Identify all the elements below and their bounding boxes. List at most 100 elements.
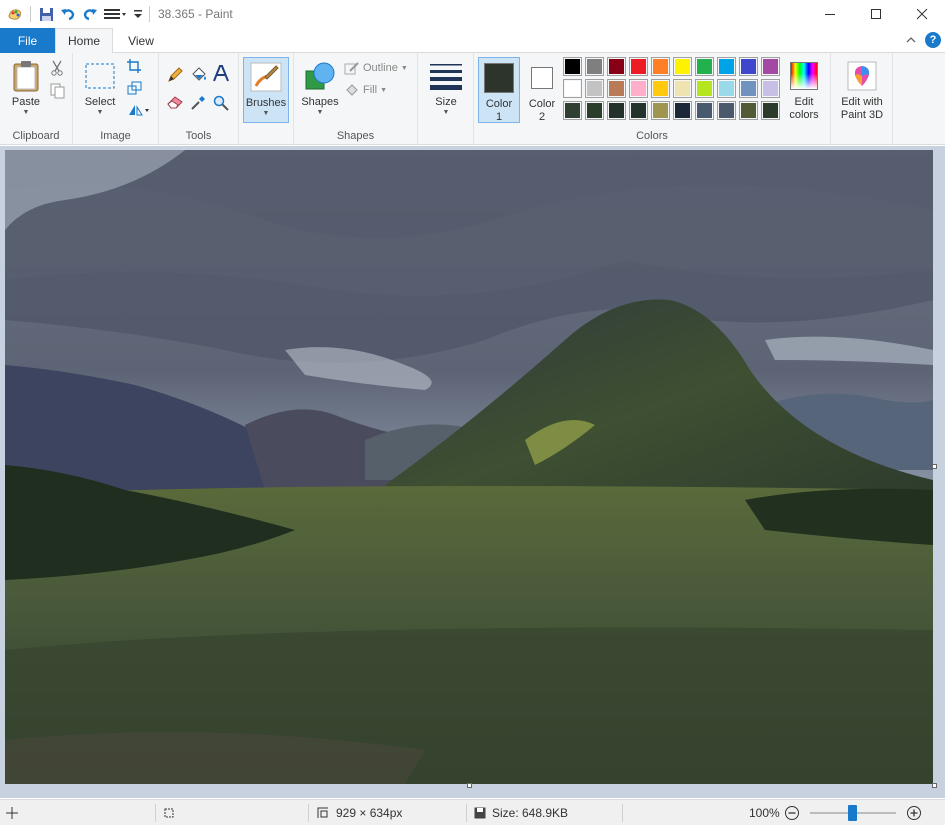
chevron-down-icon: ▼ [400, 64, 408, 72]
eyedropper-icon [191, 96, 205, 110]
palette-swatch[interactable] [563, 79, 582, 98]
resize-handle-corner[interactable] [932, 783, 937, 788]
palette-swatch[interactable] [651, 101, 670, 120]
resize-handle-right[interactable] [932, 464, 937, 469]
chevron-down-icon: ▼ [380, 86, 387, 94]
undo-icon[interactable] [57, 3, 79, 25]
tab-home[interactable]: Home [55, 28, 113, 54]
color2-button[interactable]: Color 2 [522, 61, 562, 124]
paint3d-label-1: Edit with [841, 96, 883, 108]
scissors-icon [51, 60, 63, 76]
minimize-button[interactable] [807, 0, 853, 28]
eraser-button[interactable] [167, 95, 184, 109]
outline-label: Outline [363, 62, 398, 74]
selection-size [162, 800, 176, 825]
palette-swatch[interactable] [739, 57, 758, 76]
palette-swatch[interactable] [739, 101, 758, 120]
shapes-button[interactable]: Shapes ▼ [300, 59, 340, 117]
edit-colors-button[interactable]: Edit colors [784, 59, 824, 122]
palette-swatch[interactable] [563, 57, 582, 76]
quick-access-toolbar [0, 0, 154, 28]
palette-swatch[interactable] [607, 79, 626, 98]
palette-swatch[interactable] [739, 79, 758, 98]
swatch-color [565, 103, 580, 118]
palette-swatch[interactable] [695, 57, 714, 76]
palette-swatch[interactable] [717, 101, 736, 120]
separator [622, 804, 623, 822]
close-button[interactable] [899, 0, 945, 28]
drawing-canvas[interactable] [5, 150, 933, 784]
swatch-color [587, 103, 602, 118]
resize-handle-bottom[interactable] [467, 783, 472, 788]
redo-icon[interactable] [79, 3, 101, 25]
shapes-group-label: Shapes [336, 130, 375, 142]
color-picker-button[interactable] [190, 95, 206, 111]
palette-swatch[interactable] [651, 57, 670, 76]
palette-swatch[interactable] [607, 101, 626, 120]
zoom-out-icon [785, 806, 799, 820]
palette-swatch[interactable] [563, 101, 582, 120]
rotate-icon [129, 105, 149, 116]
swatch-color [653, 81, 668, 96]
palette-swatch[interactable] [717, 79, 736, 98]
palette-swatch[interactable] [585, 101, 604, 120]
palette-swatch[interactable] [629, 101, 648, 120]
palette-swatch[interactable] [651, 79, 670, 98]
size-button[interactable]: Size ▼ [426, 59, 466, 117]
palette-swatch[interactable] [761, 79, 780, 98]
outline-button[interactable]: Outline ▼ [344, 61, 408, 75]
palette-swatch[interactable] [761, 57, 780, 76]
paste-button[interactable]: Paste ▼ [6, 59, 46, 117]
swatch-color [741, 103, 756, 118]
chevron-down-icon: ▼ [316, 109, 324, 116]
fill-shape-button[interactable]: Fill ▼ [344, 83, 387, 97]
maximize-button[interactable] [853, 0, 899, 28]
magnifier-button[interactable] [213, 95, 229, 111]
palette-swatch[interactable] [673, 79, 692, 98]
brushes-button[interactable]: Brushes ▼ [243, 57, 289, 123]
file-size: Size: 648.9KB [474, 800, 568, 825]
palette-swatch[interactable] [673, 57, 692, 76]
pencil-button[interactable] [167, 67, 183, 83]
select-button[interactable]: Select ▼ [79, 59, 121, 117]
zoom-slider-thumb[interactable] [848, 805, 857, 821]
palette-swatch[interactable] [585, 57, 604, 76]
fill-bucket-icon [346, 84, 358, 96]
edit-with-paint3d-button[interactable]: Edit with Paint 3D [833, 59, 891, 122]
text-button[interactable] [213, 65, 229, 83]
palette-swatch[interactable] [695, 79, 714, 98]
color2-swatch [531, 67, 553, 89]
customize-toolbar-icon[interactable] [101, 3, 131, 25]
paint-app-icon[interactable] [4, 3, 26, 25]
cut-button[interactable] [50, 60, 64, 76]
palette-swatch[interactable] [629, 79, 648, 98]
collapse-ribbon-icon[interactable] [903, 30, 919, 48]
swatch-color [741, 59, 756, 74]
palette-swatch[interactable] [761, 101, 780, 120]
help-icon[interactable]: ? [925, 32, 941, 48]
palette-swatch[interactable] [585, 79, 604, 98]
fill-button[interactable] [190, 67, 207, 83]
palette-swatch[interactable] [607, 57, 626, 76]
chevron-down-icon[interactable] [131, 3, 145, 25]
save-icon[interactable] [35, 3, 57, 25]
zoom-in-button[interactable] [906, 800, 922, 825]
palette-swatch[interactable] [695, 101, 714, 120]
fill-label: Fill [363, 84, 378, 96]
palette-swatch[interactable] [629, 57, 648, 76]
tab-file[interactable]: File [0, 28, 55, 53]
tab-view[interactable]: View [113, 28, 169, 53]
resize-button[interactable] [127, 81, 142, 95]
image-group-label: Image [100, 130, 131, 142]
magnifier-icon [213, 95, 229, 111]
rotate-button[interactable] [127, 103, 151, 117]
palette-swatch[interactable] [717, 57, 736, 76]
palette-swatch[interactable] [673, 101, 692, 120]
crop-button[interactable] [127, 59, 141, 73]
swatch-color [675, 103, 690, 118]
image-group: Select ▼ Image [73, 53, 159, 145]
color1-button[interactable]: Color 1 [478, 57, 520, 123]
swatch-color [719, 81, 734, 96]
zoom-out-button[interactable] [784, 800, 800, 825]
copy-button[interactable] [50, 83, 65, 99]
